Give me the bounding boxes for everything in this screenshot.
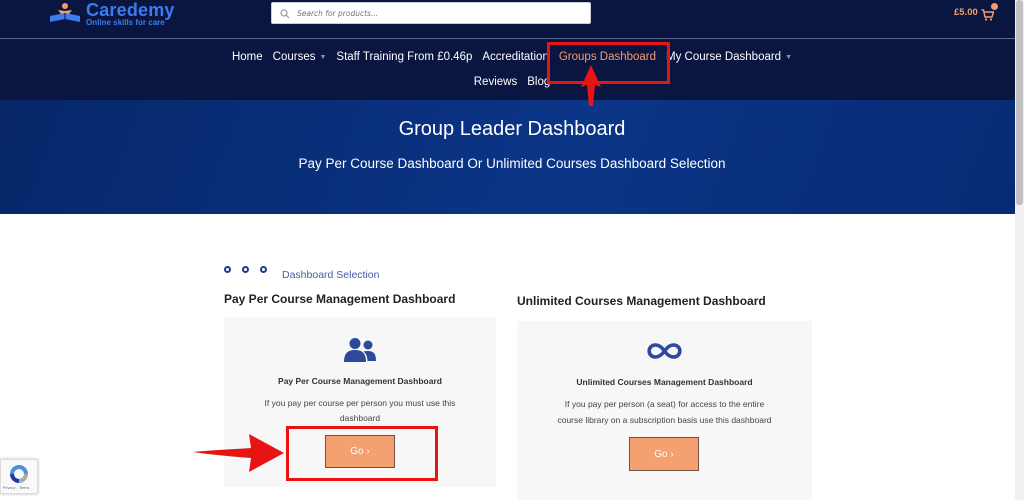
highlight-box-go-button bbox=[286, 426, 438, 481]
nav-my-course-dashboard[interactable]: My Course Dashboard ▼ bbox=[661, 51, 797, 63]
logo-mark-icon bbox=[48, 2, 82, 24]
chevron-down-icon: ▼ bbox=[319, 53, 327, 61]
unlimited-courses-card-title: Unlimited Courses Management Dashboard bbox=[576, 377, 753, 387]
unlimited-courses-card: Unlimited Courses Management Dashboard I… bbox=[517, 321, 812, 500]
brand-tagline: Online skills for care bbox=[86, 18, 165, 27]
main-nav-row2: Reviews Blog bbox=[0, 74, 1024, 90]
hero-banner: Group Leader Dashboard Pay Per Course Da… bbox=[0, 100, 1024, 214]
unlimited-courses-description-2: course library on a subscription basis u… bbox=[557, 415, 772, 425]
nav-reviews[interactable]: Reviews bbox=[469, 76, 522, 88]
section-eyebrow: Dashboard Selection bbox=[282, 269, 380, 281]
search-bar[interactable] bbox=[271, 2, 591, 24]
pay-per-course-description-2: dashboard bbox=[339, 413, 381, 423]
search-input[interactable] bbox=[297, 8, 577, 18]
nav-courses[interactable]: Courses ▼ bbox=[268, 51, 332, 63]
cart-icon bbox=[981, 3, 998, 21]
recaptcha-links[interactable]: Privacy - Terms bbox=[3, 486, 29, 490]
arrow-right-icon bbox=[193, 430, 285, 480]
pay-per-course-description: If you pay per course per person you mus… bbox=[264, 398, 456, 408]
nav-accreditation[interactable]: Accreditation bbox=[477, 51, 553, 63]
nav-staff-training[interactable]: Staff Training From £0.46p bbox=[331, 51, 477, 63]
highlight-box-groups-dashboard bbox=[547, 42, 670, 84]
unlimited-courses-description: If you pay per person (a seat) for acces… bbox=[564, 399, 765, 409]
brand-name: Caredemy bbox=[86, 0, 175, 20]
scrollbar-thumb[interactable] bbox=[1016, 0, 1023, 205]
cart-price: £5.00 bbox=[954, 6, 978, 18]
unlimited-courses-section-title: Unlimited Courses Management Dashboard bbox=[517, 294, 766, 308]
page-subtitle: Pay Per Course Dashboard Or Unlimited Co… bbox=[298, 156, 726, 171]
chevron-down-icon: ▼ bbox=[785, 53, 793, 61]
main-nav: Home Courses ▼ Staff Training From £0.46p… bbox=[0, 49, 1024, 65]
page-title: Group Leader Dashboard bbox=[398, 118, 626, 140]
cart-link[interactable]: £5.00 bbox=[954, 3, 998, 21]
pay-per-course-section-title: Pay Per Course Management Dashboard bbox=[224, 292, 456, 306]
unlimited-courses-go-button[interactable]: Go › bbox=[629, 437, 699, 471]
arrow-up-icon bbox=[580, 65, 602, 111]
search-icon bbox=[280, 4, 290, 23]
header-divider bbox=[0, 38, 1024, 39]
site-logo[interactable]: Caredemy Online skills for care bbox=[48, 0, 175, 27]
decorative-dots-icon bbox=[224, 266, 278, 273]
cart-count-badge bbox=[990, 3, 998, 10]
recaptcha-badge[interactable]: Privacy - Terms bbox=[0, 459, 38, 494]
pay-per-course-card-title: Pay Per Course Management Dashboard bbox=[278, 376, 442, 386]
infinity-icon bbox=[647, 343, 682, 363]
users-icon bbox=[343, 337, 377, 367]
nav-home[interactable]: Home bbox=[227, 51, 268, 63]
